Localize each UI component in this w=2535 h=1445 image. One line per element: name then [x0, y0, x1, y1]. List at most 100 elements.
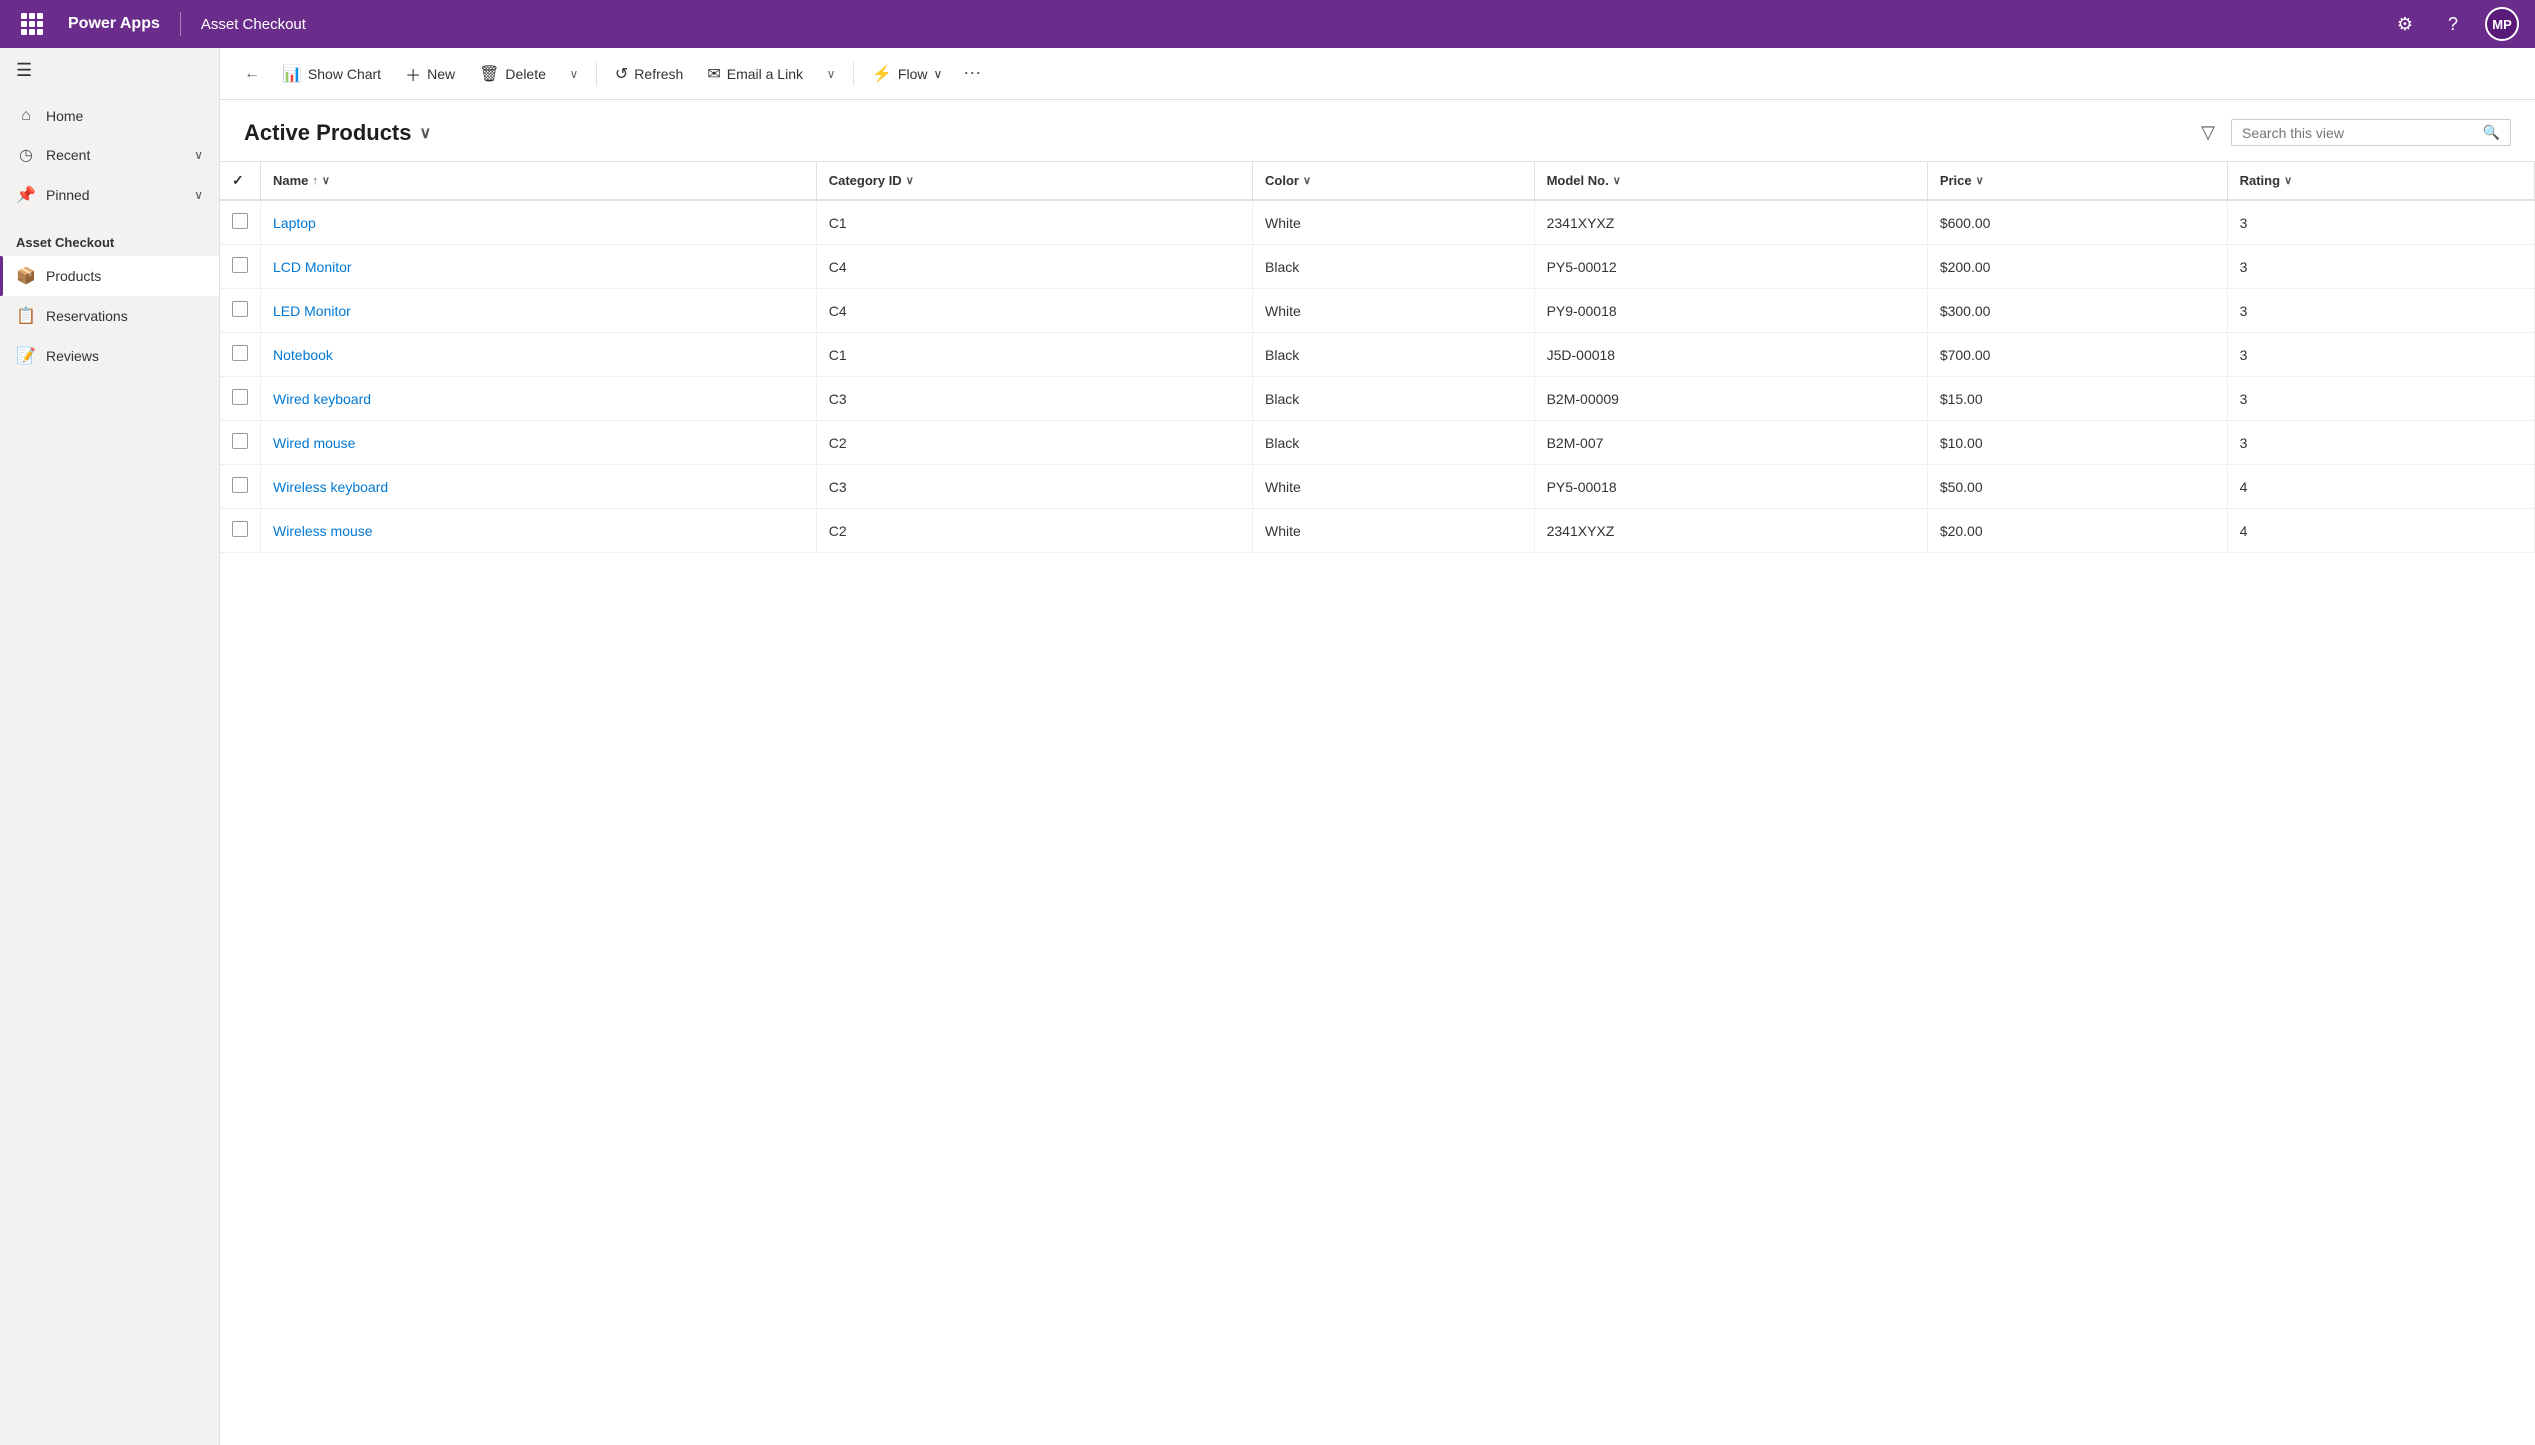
category-sort-icon: ∨ — [906, 174, 914, 187]
row-rating: 3 — [2227, 200, 2534, 245]
row-name[interactable]: LCD Monitor — [261, 245, 817, 289]
refresh-label: Refresh — [634, 66, 683, 82]
sidebar-item-reservations[interactable]: 📋 Reservations — [0, 296, 219, 336]
color-column-header[interactable]: Color ∨ — [1253, 162, 1535, 200]
table-row: Notebook C1 Black J5D-00018 $700.00 3 — [220, 333, 2535, 377]
row-model-no: J5D-00018 — [1534, 333, 1927, 377]
row-category-id: C1 — [816, 200, 1252, 245]
row-category-id: C3 — [816, 377, 1252, 421]
delete-dropdown[interactable]: ∨ — [560, 60, 588, 88]
sidebar-item-reservations-label: Reservations — [46, 308, 128, 324]
row-rating: 4 — [2227, 509, 2534, 553]
table-body: Laptop C1 White 2341XYXZ $600.00 3 LCD M… — [220, 200, 2535, 553]
sidebar-item-products[interactable]: 📦 Products — [0, 256, 219, 296]
rating-column-header[interactable]: Rating ∨ — [2227, 162, 2534, 200]
help-button[interactable]: ? — [2437, 8, 2469, 40]
select-all-checkmark: ✓ — [232, 172, 244, 188]
row-checkbox[interactable] — [220, 289, 261, 333]
name-column-header[interactable]: Name ↑ ∨ — [261, 162, 817, 200]
row-model-no: B2M-007 — [1534, 421, 1927, 465]
table-row: LED Monitor C4 White PY9-00018 $300.00 3 — [220, 289, 2535, 333]
sidebar-item-home[interactable]: ⌂ Home — [0, 97, 219, 135]
sidebar-item-pinned[interactable]: 📌 Pinned ∨ — [0, 175, 219, 215]
row-name[interactable]: Wireless keyboard — [261, 465, 817, 509]
row-name[interactable]: Wired keyboard — [261, 377, 817, 421]
row-price: $600.00 — [1927, 200, 2227, 245]
reviews-icon: 📝 — [16, 346, 36, 366]
row-checkbox[interactable] — [220, 465, 261, 509]
sidebar-item-reviews[interactable]: 📝 Reviews — [0, 336, 219, 376]
sidebar-item-recent[interactable]: ◷ Recent ∨ — [0, 135, 219, 175]
cmd-separator-2 — [853, 62, 854, 86]
row-name[interactable]: LED Monitor — [261, 289, 817, 333]
back-button[interactable]: ← — [236, 58, 268, 90]
main-layout: ☰ ⌂ Home ◷ Recent ∨ 📌 Pinned ∨ Asset Che… — [0, 48, 2535, 1445]
view-title-text: Active Products — [244, 120, 412, 146]
flow-chevron-icon: ∨ — [933, 67, 942, 81]
cmd-separator-1 — [596, 62, 597, 86]
model-no-column-header[interactable]: Model No. ∨ — [1534, 162, 1927, 200]
topbar-right: ⚙ ? MP — [2389, 7, 2519, 41]
new-button[interactable]: ＋ New — [395, 56, 465, 92]
row-name[interactable]: Wireless mouse — [261, 509, 817, 553]
row-model-no: B2M-00009 — [1534, 377, 1927, 421]
category-id-column-header[interactable]: Category ID ∨ — [816, 162, 1252, 200]
row-color: Black — [1253, 377, 1535, 421]
email-link-button[interactable]: ✉ Email a Link — [697, 58, 813, 90]
sidebar-item-recent-label: Recent — [46, 147, 184, 163]
search-icon[interactable]: 🔍 — [2483, 124, 2500, 141]
row-rating: 3 — [2227, 377, 2534, 421]
row-category-id: C2 — [816, 509, 1252, 553]
table-row: Wired mouse C2 Black B2M-007 $10.00 3 — [220, 421, 2535, 465]
row-model-no: PY5-00012 — [1534, 245, 1927, 289]
row-name[interactable]: Wired mouse — [261, 421, 817, 465]
table-row: Wireless keyboard C3 White PY5-00018 $50… — [220, 465, 2535, 509]
row-color: Black — [1253, 245, 1535, 289]
row-checkbox[interactable] — [220, 421, 261, 465]
row-checkbox[interactable] — [220, 377, 261, 421]
more-button[interactable]: ⋯ — [956, 58, 988, 90]
new-icon: ＋ — [405, 62, 421, 86]
table-row: Wireless mouse C2 White 2341XYXZ $20.00 … — [220, 509, 2535, 553]
row-checkbox[interactable] — [220, 509, 261, 553]
row-rating: 3 — [2227, 421, 2534, 465]
products-table: ✓ Name ↑ ∨ Category ID — [220, 162, 2535, 553]
row-category-id: C4 — [816, 289, 1252, 333]
row-name[interactable]: Laptop — [261, 200, 817, 245]
email-dropdown[interactable]: ∨ — [817, 60, 845, 88]
row-model-no: PY5-00018 — [1534, 465, 1927, 509]
search-input[interactable] — [2242, 125, 2477, 141]
row-name[interactable]: Notebook — [261, 333, 817, 377]
view-header-right: ▽ 🔍 — [2195, 116, 2511, 149]
user-avatar[interactable]: MP — [2485, 7, 2519, 41]
topbar: Power Apps Asset Checkout ⚙ ? MP — [0, 0, 2535, 48]
content-area: ← 📊 Show Chart ＋ New 🗑 Delete ∨ ↺ Refres… — [220, 48, 2535, 1445]
sidebar: ☰ ⌂ Home ◷ Recent ∨ 📌 Pinned ∨ Asset Che… — [0, 48, 220, 1445]
flow-button[interactable]: ⚡ Flow ∨ — [862, 58, 952, 90]
delete-button[interactable]: 🗑 Delete — [469, 58, 556, 90]
view-title-chevron-icon: ∨ — [420, 123, 432, 143]
row-checkbox[interactable] — [220, 245, 261, 289]
sidebar-section-title: Asset Checkout — [0, 219, 219, 256]
row-category-id: C4 — [816, 245, 1252, 289]
select-all-header[interactable]: ✓ — [220, 162, 261, 200]
settings-button[interactable]: ⚙ — [2389, 8, 2421, 40]
row-color: White — [1253, 289, 1535, 333]
waffle-menu[interactable] — [16, 8, 48, 40]
row-checkbox[interactable] — [220, 333, 261, 377]
email-icon: ✉ — [707, 64, 720, 84]
price-column-header[interactable]: Price ∨ — [1927, 162, 2227, 200]
row-rating: 3 — [2227, 333, 2534, 377]
refresh-button[interactable]: ↺ Refresh — [605, 58, 693, 90]
row-checkbox[interactable] — [220, 200, 261, 245]
show-chart-button[interactable]: 📊 Show Chart — [272, 58, 391, 90]
filter-icon[interactable]: ▽ — [2195, 116, 2221, 149]
products-icon: 📦 — [16, 266, 36, 286]
row-color: White — [1253, 465, 1535, 509]
command-bar: ← 📊 Show Chart ＋ New 🗑 Delete ∨ ↺ Refres… — [220, 48, 2535, 100]
view-title[interactable]: Active Products ∨ — [244, 120, 431, 146]
sidebar-item-home-label: Home — [46, 108, 203, 124]
new-label: New — [427, 66, 455, 82]
sidebar-item-pinned-label: Pinned — [46, 187, 184, 203]
sidebar-toggle[interactable]: ☰ — [0, 48, 219, 93]
